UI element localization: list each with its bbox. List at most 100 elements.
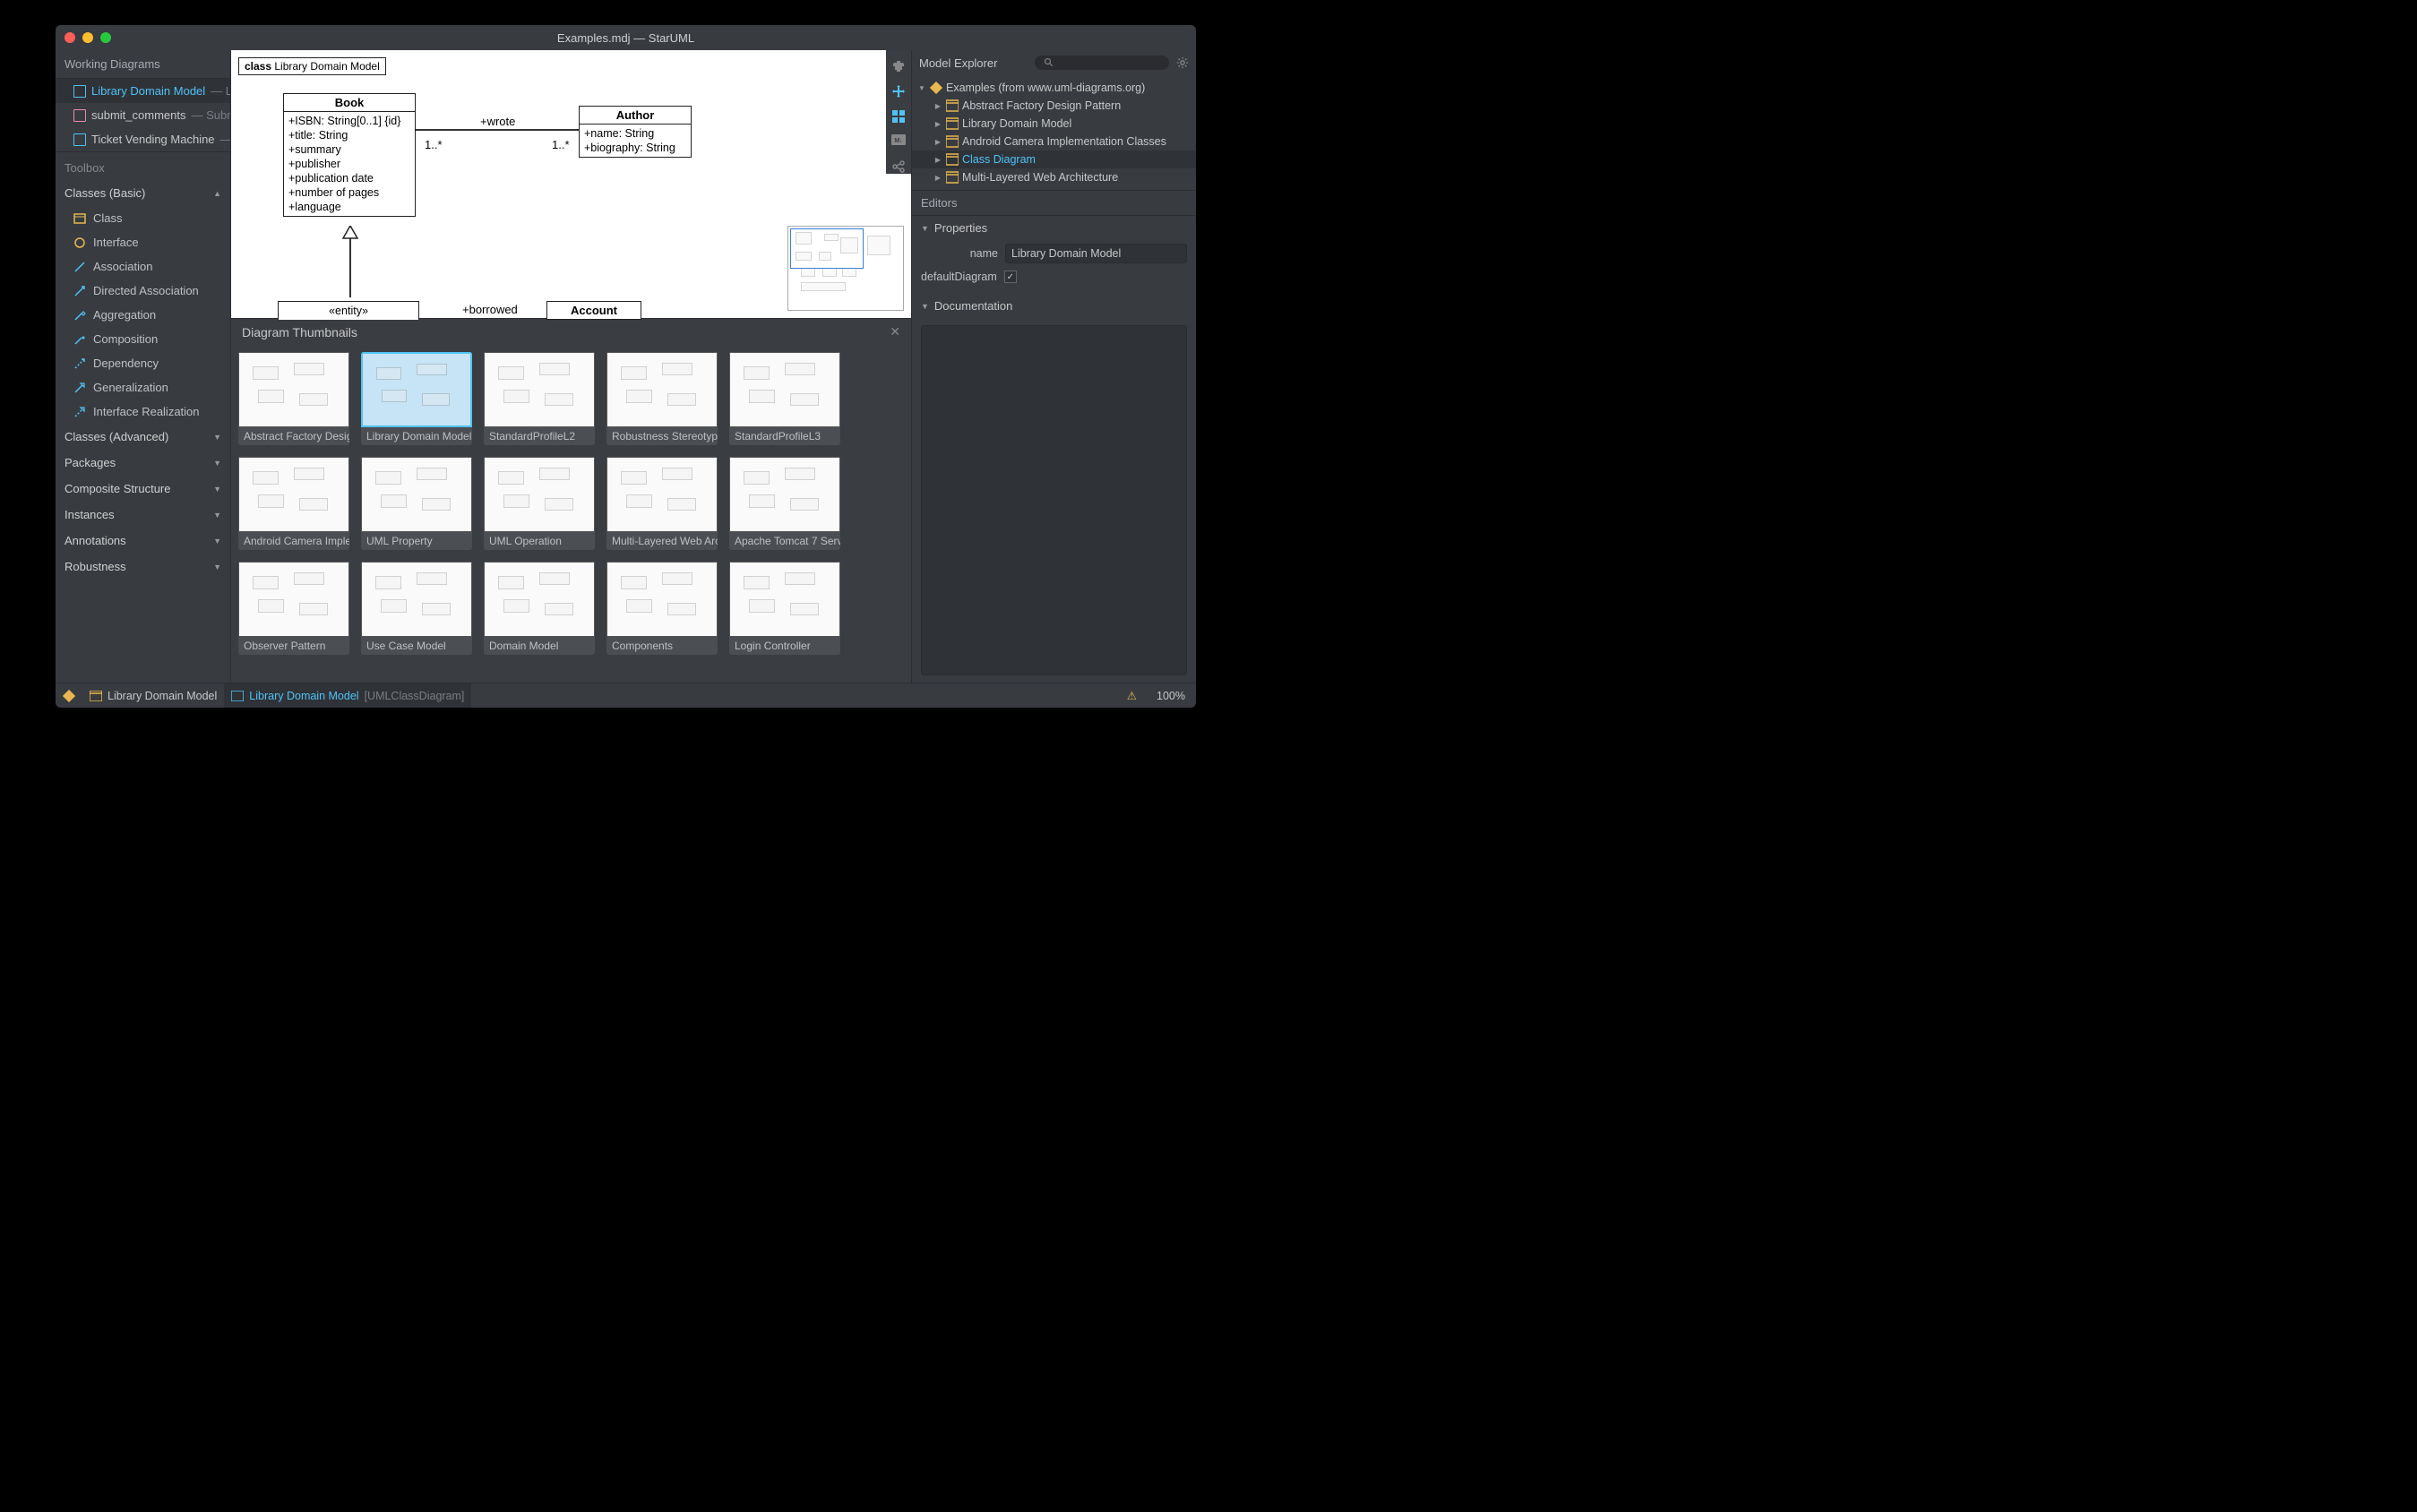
- editors-title: Editors: [912, 190, 1196, 216]
- share-icon[interactable]: [891, 159, 906, 174]
- tree-item[interactable]: ▼ Examples (from www.uml-diagrams.org): [912, 79, 1196, 97]
- tool-item-assoc[interactable]: Association: [56, 254, 230, 279]
- chevron-down-icon: ▼: [921, 224, 929, 233]
- thumbnail-item[interactable]: Robustness Stereotype: [606, 352, 718, 445]
- thumbnail-label: Multi-Layered Web Arch: [606, 532, 718, 550]
- working-diagram-item[interactable]: Ticket Vending Machine — T: [56, 127, 230, 151]
- thumbnail-preview: [729, 352, 840, 427]
- close-window-button[interactable]: [65, 32, 75, 43]
- uml-class-author[interactable]: Author +name: String+biography: String: [579, 106, 692, 158]
- comp-icon: [73, 333, 86, 346]
- thumbnail-item[interactable]: StandardProfileL2: [484, 352, 595, 445]
- documentation-textarea[interactable]: [921, 325, 1187, 675]
- breadcrumb-project[interactable]: [56, 683, 82, 708]
- multiplicity-label: 1..*: [552, 138, 570, 151]
- close-button[interactable]: ✕: [890, 324, 900, 339]
- chevron-down-icon[interactable]: ▼: [917, 84, 926, 92]
- tool-item-interface[interactable]: Interface: [56, 230, 230, 254]
- tool-category[interactable]: Packages▼: [56, 450, 230, 476]
- association-line[interactable]: [416, 129, 579, 131]
- chevron-right-icon[interactable]: ▶: [933, 174, 942, 182]
- thumbnail-preview: [606, 457, 718, 532]
- right-panel: Model Explorer ▼ Examples (from www.uml-…: [911, 50, 1196, 683]
- thumbnail-item[interactable]: Android Camera Imple: [238, 457, 349, 550]
- grid-icon[interactable]: [891, 109, 906, 124]
- interface-icon: [73, 236, 86, 249]
- tool-item-comp[interactable]: Composition: [56, 327, 230, 351]
- multiplicity-label: 1..*: [425, 138, 443, 151]
- maximize-window-button[interactable]: [100, 32, 111, 43]
- tool-category[interactable]: Composite Structure▼: [56, 476, 230, 502]
- breadcrumb-diagram[interactable]: Library Domain Model [UMLClassDiagram]: [224, 683, 471, 708]
- diagram-frame-label: class Library Domain Model: [238, 57, 386, 75]
- thumbnail-item[interactable]: Use Case Model: [361, 562, 472, 655]
- minimap-viewport[interactable]: [790, 228, 864, 269]
- tree-item[interactable]: ▶Library Domain Model: [912, 115, 1196, 133]
- center-area: class Library Domain Model Book +ISBN: S…: [231, 50, 911, 683]
- minimize-window-button[interactable]: [82, 32, 93, 43]
- thumbnail-item[interactable]: Apache Tomcat 7 Serve: [729, 457, 840, 550]
- class-icon: [73, 212, 86, 225]
- default-diagram-checkbox[interactable]: ✓: [1004, 271, 1017, 283]
- tool-category[interactable]: Annotations▼: [56, 528, 230, 554]
- markdown-icon[interactable]: M↓: [891, 134, 906, 149]
- move-icon[interactable]: [891, 84, 906, 99]
- tool-item-ireal[interactable]: Interface Realization: [56, 399, 230, 424]
- uml-class-book[interactable]: Book +ISBN: String[0..1] {id}+title: Str…: [283, 93, 416, 217]
- chevron-right-icon[interactable]: ▶: [933, 102, 942, 110]
- tree-item[interactable]: ▶Class Diagram: [912, 150, 1196, 168]
- tool-item-agg[interactable]: Aggregation: [56, 303, 230, 327]
- svg-text:M↓: M↓: [894, 138, 902, 144]
- tree-item[interactable]: ▶Abstract Factory Design Pattern: [912, 97, 1196, 115]
- tool-category[interactable]: Classes (Advanced)▼: [56, 424, 230, 450]
- thumbnail-item[interactable]: Login Controller: [729, 562, 840, 655]
- chevron-right-icon[interactable]: ▶: [933, 156, 942, 164]
- tool-item-class[interactable]: Class: [56, 206, 230, 230]
- dassoc-icon: [73, 285, 86, 297]
- thumbnail-item[interactable]: UML Property: [361, 457, 472, 550]
- extension-icon[interactable]: [891, 59, 906, 73]
- thumbnail-item[interactable]: Components: [606, 562, 718, 655]
- thumbnail-item[interactable]: UML Operation: [484, 457, 595, 550]
- gear-icon[interactable]: [1176, 56, 1189, 69]
- documentation-header[interactable]: ▼ Documentation: [912, 294, 1196, 318]
- thumbnail-item[interactable]: Observer Pattern: [238, 562, 349, 655]
- left-panel: Working Diagrams Library Domain Model — …: [56, 50, 231, 683]
- diagram-canvas[interactable]: class Library Domain Model Book +ISBN: S…: [231, 50, 911, 319]
- property-name-input[interactable]: [1005, 244, 1187, 263]
- thumbnail-label: Observer Pattern: [238, 637, 349, 655]
- titlebar[interactable]: Examples.mdj — StarUML: [56, 25, 1196, 50]
- zoom-level[interactable]: 100%: [1146, 690, 1196, 702]
- thumbnail-item[interactable]: Abstract Factory Design: [238, 352, 349, 445]
- thumbnail-item[interactable]: StandardProfileL3: [729, 352, 840, 445]
- search-input[interactable]: [1035, 56, 1169, 70]
- tool-category[interactable]: Instances▼: [56, 502, 230, 528]
- chevron-down-icon: ▼: [213, 459, 221, 468]
- thumbnail-label: UML Property: [361, 532, 472, 550]
- warning-icon[interactable]: ⚠: [1118, 689, 1146, 702]
- thumbnail-item[interactable]: Domain Model: [484, 562, 595, 655]
- minimap[interactable]: [787, 226, 904, 311]
- chevron-right-icon[interactable]: ▶: [933, 138, 942, 146]
- uml-class-account[interactable]: Account: [546, 301, 641, 320]
- properties-header[interactable]: ▼ Properties: [912, 216, 1196, 240]
- working-diagram-item[interactable]: Library Domain Model — Lib: [56, 79, 230, 103]
- thumbnail-item[interactable]: Multi-Layered Web Arch: [606, 457, 718, 550]
- breadcrumb-model[interactable]: Library Domain Model: [82, 683, 224, 708]
- tool-item-dep[interactable]: Dependency: [56, 351, 230, 375]
- chevron-right-icon[interactable]: ▶: [933, 120, 942, 128]
- thumbnail-item[interactable]: Library Domain Model: [361, 352, 472, 445]
- tool-item-gen[interactable]: Generalization: [56, 375, 230, 399]
- thumbnail-label: StandardProfileL3: [729, 427, 840, 445]
- uml-class-entity[interactable]: «entity»: [278, 301, 419, 320]
- tool-category[interactable]: Robustness▼: [56, 554, 230, 580]
- dep-icon: [73, 357, 86, 370]
- tool-item-dassoc[interactable]: Directed Association: [56, 279, 230, 303]
- thumbnail-preview: [729, 457, 840, 532]
- tool-category[interactable]: Classes (Basic) ▲: [56, 180, 230, 206]
- tree-item[interactable]: ▶Android Camera Implementation Classes: [912, 133, 1196, 150]
- thumbnail-preview: [361, 352, 472, 427]
- working-diagram-item[interactable]: submit_comments — Submi: [56, 103, 230, 127]
- tree-item[interactable]: ▶Multi-Layered Web Architecture: [912, 168, 1196, 186]
- search-icon: [1044, 57, 1054, 68]
